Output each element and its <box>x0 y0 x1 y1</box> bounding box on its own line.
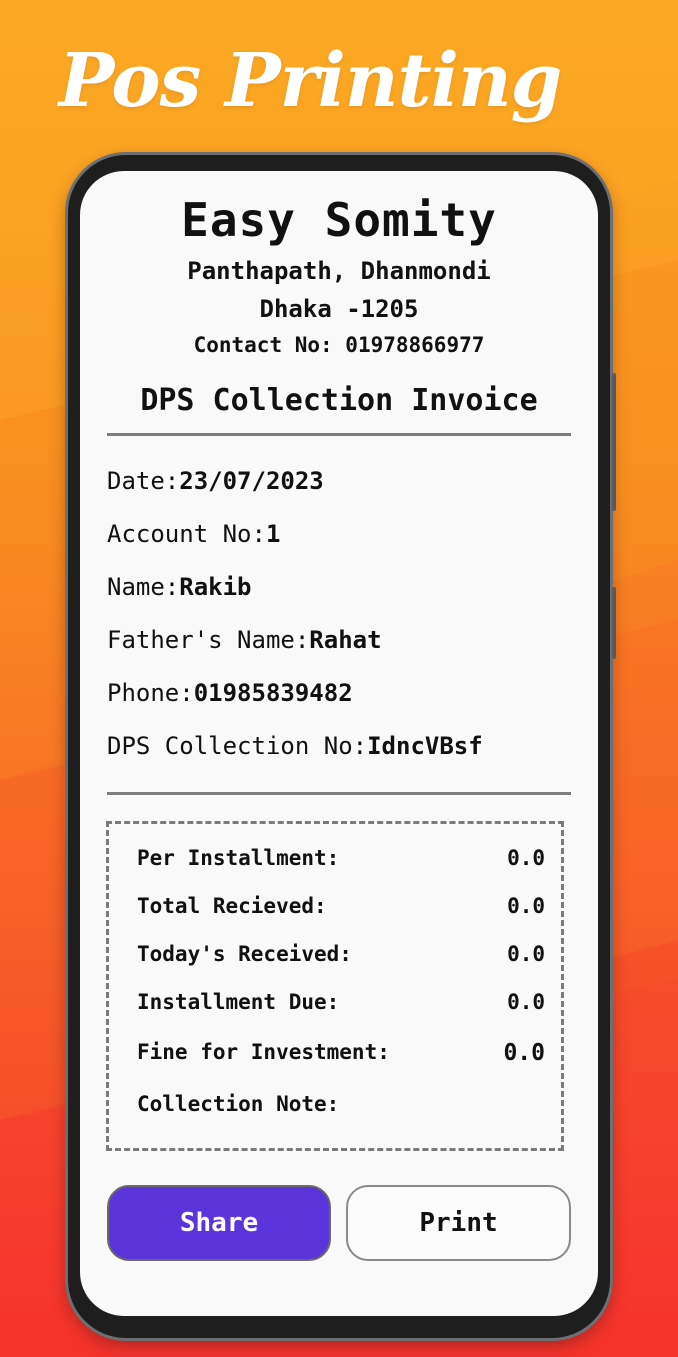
phone-side-button <box>612 373 616 511</box>
summary-value: 0.0 <box>507 846 545 870</box>
summary-label: Installment Due: <box>137 990 340 1014</box>
print-button[interactable]: Print <box>346 1185 571 1261</box>
detail-label: Name: <box>107 573 180 601</box>
detail-value: 01985839482 <box>193 679 353 707</box>
summary-value: 0.0 <box>503 1040 545 1066</box>
detail-label: Phone: <box>107 679 194 707</box>
detail-row-phone: Phone:01985839482 <box>107 679 353 707</box>
summary-label: Fine for Investment: <box>137 1040 390 1064</box>
summary-label: Today's Received: <box>137 942 352 966</box>
share-button[interactable]: Share <box>107 1185 331 1261</box>
summary-value: 0.0 <box>507 942 545 966</box>
detail-row-name: Name:Rakib <box>107 573 252 601</box>
detail-label: Father's Name: <box>107 626 310 654</box>
detail-value: IdncVBsf <box>367 732 483 760</box>
summary-row-per-installment: Per Installment: 0.0 <box>137 846 545 870</box>
summary-row-total-received: Total Recieved: 0.0 <box>137 894 545 918</box>
divider <box>107 433 571 436</box>
summary-value: 0.0 <box>507 894 545 918</box>
detail-row-collection-no: DPS Collection No:IdncVBsf <box>107 732 483 760</box>
summary-label: Collection Note: <box>137 1092 340 1116</box>
summary-row-fine: Fine for Investment: 0.0 <box>137 1040 545 1066</box>
detail-value: 1 <box>265 520 281 548</box>
summary-row-installment-due: Installment Due: 0.0 <box>137 990 545 1014</box>
detail-value: Rakib <box>179 573 252 601</box>
business-address-line2: Dhaka -1205 <box>259 295 419 323</box>
detail-label: Date: <box>107 467 180 495</box>
invoice-title: DPS Collection Invoice <box>140 383 538 418</box>
business-address-line1: Panthapath, Dhanmondi <box>187 257 491 285</box>
receipt-screen: Easy Somity Panthapath, Dhanmondi Dhaka … <box>80 171 598 1316</box>
summary-label: Per Installment: <box>137 846 340 870</box>
business-contact: Contact No: 01978866977 <box>193 333 485 357</box>
detail-row-date: Date:23/07/2023 <box>107 467 324 495</box>
detail-value: Rahat <box>309 626 382 654</box>
detail-label: Account No: <box>107 520 266 548</box>
summary-box: Per Installment: 0.0 Total Recieved: 0.0… <box>106 821 564 1151</box>
detail-label: DPS Collection No: <box>107 732 368 760</box>
promo-headline: Pos Printing <box>58 38 563 124</box>
summary-label: Total Recieved: <box>137 894 327 918</box>
summary-row-todays-received: Today's Received: 0.0 <box>137 942 545 966</box>
phone-frame: Easy Somity Panthapath, Dhanmondi Dhaka … <box>68 155 616 1338</box>
summary-value: 0.0 <box>507 990 545 1014</box>
summary-row-collection-note: Collection Note: <box>137 1092 545 1116</box>
detail-value: 23/07/2023 <box>179 467 324 495</box>
phone-side-button <box>612 587 616 659</box>
detail-row-account: Account No:1 <box>107 520 280 548</box>
divider <box>107 792 571 795</box>
detail-row-father-name: Father's Name:Rahat <box>107 626 382 654</box>
business-name: Easy Somity <box>181 193 497 247</box>
